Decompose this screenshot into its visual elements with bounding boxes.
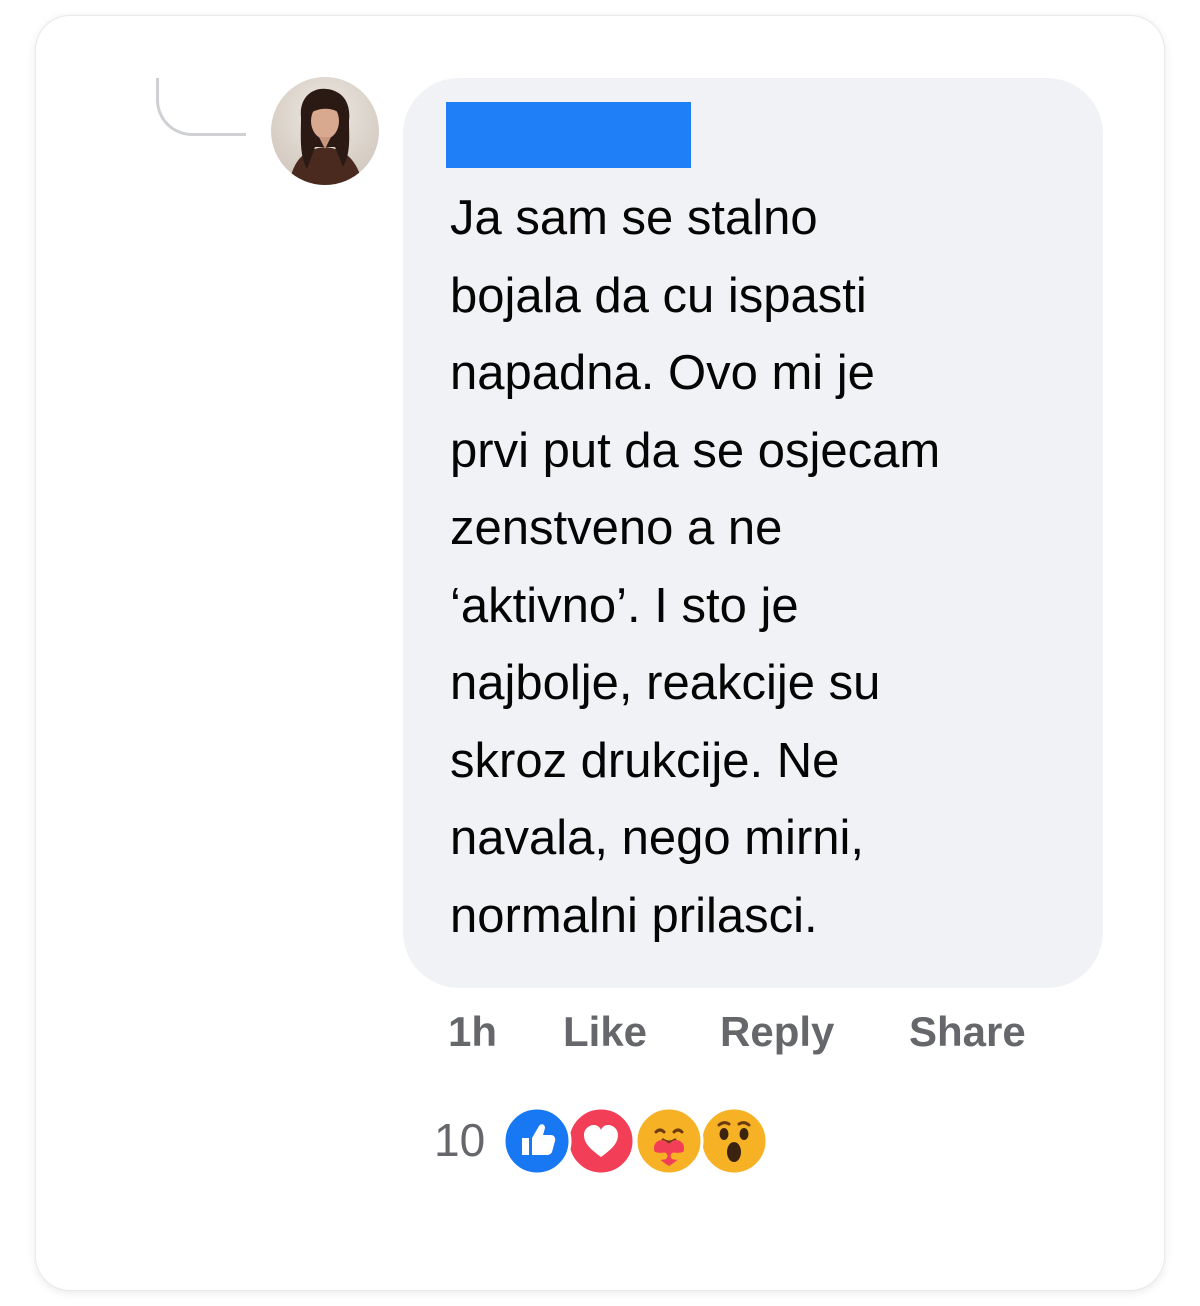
- avatar[interactable]: [271, 77, 379, 185]
- like-button[interactable]: Like: [563, 1004, 647, 1060]
- reply-button[interactable]: Reply: [720, 1004, 834, 1060]
- timestamp-link[interactable]: 1h: [448, 1004, 497, 1060]
- comment-text: Ja sam se stalno bojala da cu ispasti na…: [450, 191, 941, 943]
- care-icon[interactable]: [634, 1106, 704, 1176]
- share-button[interactable]: Share: [909, 1004, 1026, 1060]
- love-icon[interactable]: [566, 1106, 636, 1176]
- like-icon[interactable]: [502, 1106, 572, 1176]
- wow-icon[interactable]: [699, 1106, 769, 1176]
- reaction-count[interactable]: 10: [434, 1112, 485, 1168]
- reply-thread-connector: [156, 78, 246, 136]
- author-name-redacted[interactable]: [446, 102, 691, 168]
